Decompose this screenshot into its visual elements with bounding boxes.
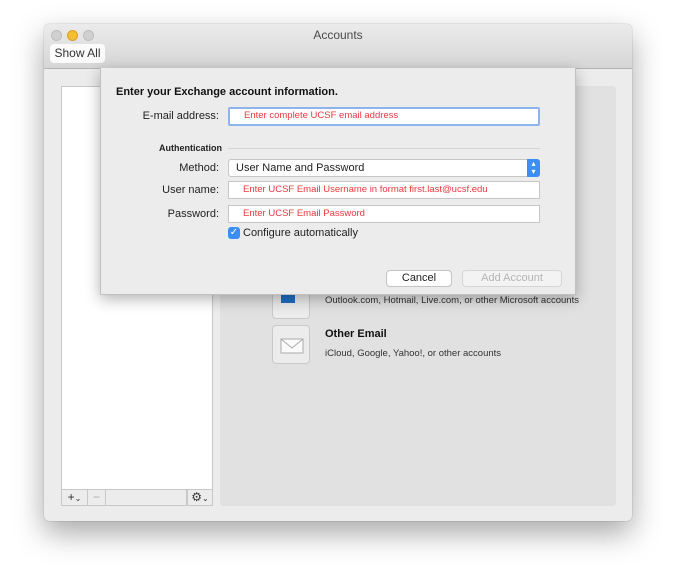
method-select[interactable]: User Name and Password ▴ ▾ bbox=[228, 159, 540, 177]
add-account-button[interactable]: +⌄ bbox=[62, 490, 88, 505]
add-account-button[interactable]: Add Account bbox=[462, 270, 562, 287]
email-field[interactable]: Enter complete UCSF email address bbox=[228, 107, 540, 126]
outlook-description: Outlook.com, Hotmail, Live.com, or other… bbox=[325, 295, 579, 306]
username-field[interactable]: Enter UCSF Email Username in format firs… bbox=[228, 181, 540, 199]
section-divider bbox=[228, 148, 540, 149]
other-email-description: iCloud, Google, Yahoo!, or other account… bbox=[325, 348, 502, 359]
password-field[interactable]: Enter UCSF Email Password bbox=[228, 205, 540, 223]
sheet-heading: Enter your Exchange account information. bbox=[116, 86, 338, 98]
chevron-down-icon: ⌄ bbox=[202, 494, 209, 503]
email-label: E-mail address: bbox=[142, 110, 219, 122]
cancel-button[interactable]: Cancel bbox=[386, 270, 452, 287]
username-label: User name: bbox=[162, 184, 219, 196]
remove-account-button[interactable]: − bbox=[88, 490, 106, 505]
authentication-section-label: Authentication bbox=[159, 143, 222, 153]
method-value: User Name and Password bbox=[236, 162, 365, 174]
checkmark-icon: ✓ bbox=[229, 227, 239, 238]
window-title: Accounts bbox=[313, 28, 363, 42]
configure-label[interactable]: Configure automatically bbox=[243, 227, 358, 239]
show-all-button[interactable]: Show All bbox=[50, 44, 105, 63]
exchange-account-sheet: Enter your Exchange account information.… bbox=[100, 68, 576, 295]
gear-icon: ⚙ bbox=[191, 490, 203, 504]
other-email-title: Other Email bbox=[325, 328, 387, 340]
configure-checkbox[interactable]: ✓ bbox=[228, 227, 240, 239]
method-label: Method: bbox=[179, 162, 219, 174]
plus-icon: + bbox=[67, 490, 75, 504]
password-label: Password: bbox=[167, 208, 219, 220]
envelope-icon bbox=[280, 338, 304, 354]
gear-menu-button[interactable]: ⚙⌄ bbox=[187, 490, 212, 505]
account-list-toolbar: +⌄ − ⚙⌄ bbox=[61, 489, 213, 506]
title-bar: Accounts Show All bbox=[44, 24, 632, 69]
updown-chevron-icon: ▴ ▾ bbox=[527, 159, 540, 177]
other-email-option[interactable] bbox=[272, 325, 310, 364]
chevron-down-icon: ⌄ bbox=[74, 494, 82, 503]
